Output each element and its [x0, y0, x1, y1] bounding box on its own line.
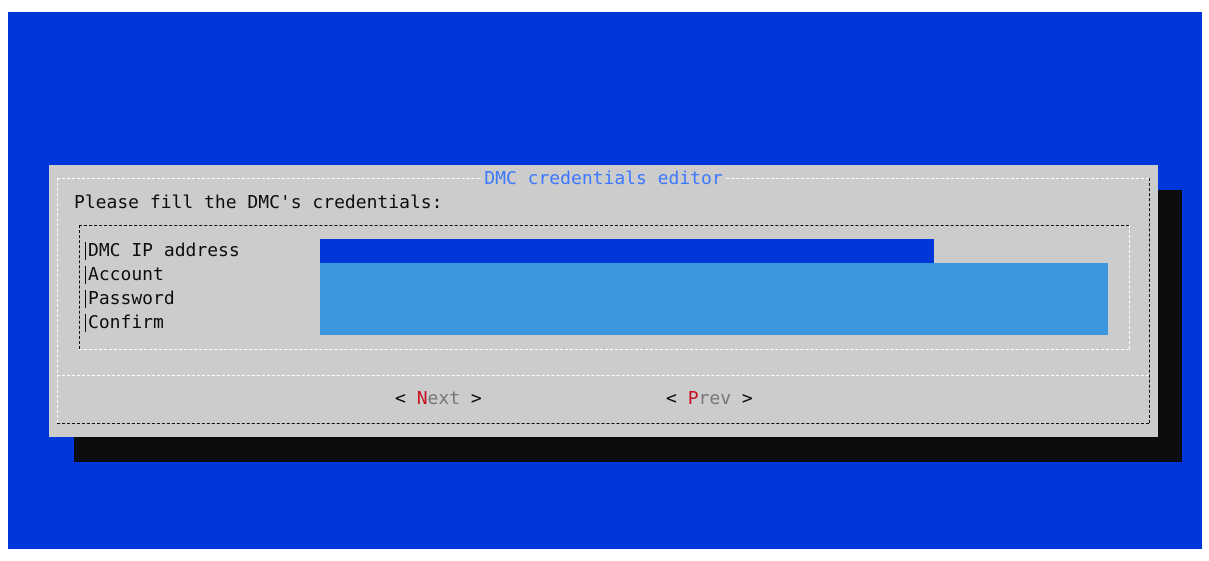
account-label: Account — [85, 266, 164, 284]
next-hotkey: N — [416, 388, 428, 409]
password-label: Password — [85, 290, 175, 308]
button-separator — [57, 375, 1149, 376]
ip-address-label: DMC IP address — [85, 242, 240, 260]
button-bar: < Next > < Prev > — [49, 387, 1158, 411]
prev-hotkey: P — [687, 388, 699, 409]
next-label: ext — [427, 388, 461, 409]
terminal-screen: DMC credentials editor Please fill the D… — [8, 12, 1202, 549]
dialog-prompt: Please fill the DMC's credentials: — [74, 192, 443, 213]
confirm-label: Confirm — [85, 314, 164, 332]
account-input[interactable] — [320, 263, 1108, 287]
dialog-frame-bottom — [57, 423, 1149, 424]
form-row-account: Account — [79, 263, 1109, 287]
next-button[interactable]: < Next > — [395, 387, 482, 411]
credentials-dialog: DMC credentials editor Please fill the D… — [49, 165, 1158, 437]
form-frame-right — [1129, 225, 1130, 349]
ip-address-input[interactable] — [320, 239, 934, 263]
form-frame-top — [79, 225, 1129, 226]
password-input[interactable] — [320, 287, 1108, 311]
prev-label: rev — [698, 388, 732, 409]
form-row-ip: DMC IP address — [79, 239, 1109, 263]
form-frame-bottom — [79, 349, 1129, 350]
confirm-input[interactable] — [320, 311, 1108, 335]
dialog-title: DMC credentials editor — [482, 168, 725, 189]
form-row-password: Password — [79, 287, 1109, 311]
prev-button[interactable]: < Prev > — [666, 387, 753, 411]
form-box: DMC IP address Account Password Confirm — [79, 225, 1130, 350]
form-row-confirm: Confirm — [79, 311, 1109, 335]
